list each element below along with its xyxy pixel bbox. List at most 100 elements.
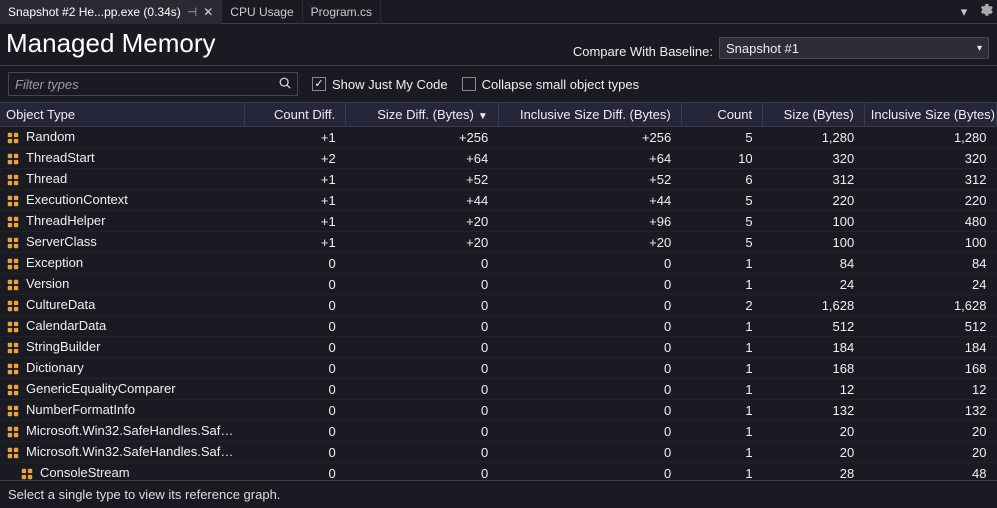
type-icon	[6, 194, 22, 208]
cell-size: 1,628	[763, 295, 865, 316]
cell-count: 1	[681, 253, 762, 274]
table-row[interactable]: ExecutionContext+1+44+445220220	[0, 190, 997, 211]
compare-baseline-select[interactable]: Snapshot #1 ▾	[719, 37, 989, 59]
column-header-count[interactable]: Count	[681, 103, 762, 127]
type-name-label: ServerClass	[26, 234, 97, 249]
type-name-cell: StringBuilder	[0, 337, 244, 358]
cell-size: 84	[763, 253, 865, 274]
close-icon[interactable]: ✕	[203, 5, 213, 19]
table-row[interactable]: Microsoft.Win32.SafeHandles.SafeFile...0…	[0, 442, 997, 463]
cell-incSizeDiff: +44	[498, 190, 681, 211]
gear-icon[interactable]	[975, 3, 997, 20]
type-name-cell: Thread	[0, 169, 244, 190]
type-name-label: ThreadStart	[26, 150, 95, 165]
type-name-label: Exception	[26, 255, 83, 270]
cell-incSize: 168	[864, 358, 996, 379]
cell-count: 5	[681, 232, 762, 253]
type-icon	[6, 173, 22, 187]
type-name-cell: ExecutionContext	[0, 190, 244, 211]
table-row[interactable]: Exception00018484	[0, 253, 997, 274]
table-row[interactable]: ThreadHelper+1+20+965100480	[0, 211, 997, 232]
table-row[interactable]: Random+1+256+25651,2801,280	[0, 127, 997, 148]
column-header-incSize[interactable]: Inclusive Size (Bytes)	[864, 103, 996, 127]
types-grid[interactable]: Object TypeCount Diff.Size Diff. (Bytes)…	[0, 103, 997, 480]
cell-sizeDiff: 0	[346, 337, 499, 358]
cell-sizeDiff: +44	[346, 190, 499, 211]
tab-2[interactable]: Program.cs	[303, 0, 381, 24]
cell-sizeDiff: 0	[346, 400, 499, 421]
table-row[interactable]: Microsoft.Win32.SafeHandles.SafeVie...00…	[0, 421, 997, 442]
cell-countDiff: 0	[244, 316, 346, 337]
type-name-cell: CalendarData	[0, 316, 244, 337]
type-name-cell: Version	[0, 274, 244, 295]
cell-incSize: 320	[864, 148, 996, 169]
type-icon	[20, 467, 36, 480]
cell-incSizeDiff: 0	[498, 253, 681, 274]
cell-sizeDiff: 0	[346, 442, 499, 463]
filter-input[interactable]	[9, 77, 273, 92]
cell-countDiff: 0	[244, 358, 346, 379]
search-icon[interactable]	[273, 76, 297, 93]
table-row[interactable]: ConsoleStream00012848	[0, 463, 997, 481]
column-header-countDiff[interactable]: Count Diff.	[244, 103, 346, 127]
table-row[interactable]: Version00012424	[0, 274, 997, 295]
type-name-label: Random	[26, 129, 75, 144]
collapse-small-label: Collapse small object types	[482, 77, 640, 92]
type-icon	[6, 215, 22, 229]
column-header-size[interactable]: Size (Bytes)	[763, 103, 865, 127]
cell-size: 100	[763, 232, 865, 253]
table-row[interactable]: Thread+1+52+526312312	[0, 169, 997, 190]
type-name-label: ThreadHelper	[26, 213, 106, 228]
tab-0[interactable]: Snapshot #2 He...pp.exe (0.34s) ⊣ ✕	[0, 0, 222, 24]
window-dropdown-icon[interactable]: ▾	[953, 4, 975, 20]
type-name-cell: CultureData	[0, 295, 244, 316]
cell-count: 5	[681, 127, 762, 148]
table-row[interactable]: StringBuilder0001184184	[0, 337, 997, 358]
type-name-label: CultureData	[26, 297, 95, 312]
cell-countDiff: +1	[244, 190, 346, 211]
table-row[interactable]: ServerClass+1+20+205100100	[0, 232, 997, 253]
cell-incSizeDiff: +52	[498, 169, 681, 190]
type-icon	[6, 404, 22, 418]
cell-sizeDiff: 0	[346, 421, 499, 442]
cell-incSize: 24	[864, 274, 996, 295]
column-header-name[interactable]: Object Type	[0, 103, 244, 127]
cell-count: 5	[681, 190, 762, 211]
cell-size: 512	[763, 316, 865, 337]
tab-1[interactable]: CPU Usage	[222, 0, 302, 24]
column-header-sizeDiff[interactable]: Size Diff. (Bytes)▼	[346, 103, 499, 127]
cell-sizeDiff: 0	[346, 295, 499, 316]
show-just-my-code-checkbox[interactable]: Show Just My Code	[312, 77, 448, 92]
chevron-down-icon: ▾	[977, 43, 982, 54]
cell-incSizeDiff: +20	[498, 232, 681, 253]
table-row[interactable]: CultureData00021,6281,628	[0, 295, 997, 316]
pin-icon[interactable]: ⊣	[187, 5, 197, 19]
table-row[interactable]: ThreadStart+2+64+6410320320	[0, 148, 997, 169]
type-name-cell: ServerClass	[0, 232, 244, 253]
cell-size: 20	[763, 442, 865, 463]
tab-label: Snapshot #2 He...pp.exe (0.34s)	[8, 5, 181, 19]
type-name-label: Version	[26, 276, 69, 291]
column-header-incSizeDiff[interactable]: Inclusive Size Diff. (Bytes)	[498, 103, 681, 127]
cell-countDiff: 0	[244, 295, 346, 316]
cell-countDiff: 0	[244, 379, 346, 400]
cell-sizeDiff: 0	[346, 316, 499, 337]
cell-size: 220	[763, 190, 865, 211]
checkbox-icon	[312, 77, 326, 91]
cell-count: 1	[681, 421, 762, 442]
cell-incSize: 220	[864, 190, 996, 211]
filter-row: Show Just My Code Collapse small object …	[0, 66, 997, 103]
table-row[interactable]: CalendarData0001512512	[0, 316, 997, 337]
collapse-small-checkbox[interactable]: Collapse small object types	[462, 77, 640, 92]
cell-size: 184	[763, 337, 865, 358]
cell-size: 28	[763, 463, 865, 481]
status-bar: Select a single type to view its referen…	[0, 480, 997, 508]
table-row[interactable]: Dictionary0001168168	[0, 358, 997, 379]
table-row[interactable]: GenericEqualityComparer00011212	[0, 379, 997, 400]
cell-sizeDiff: +256	[346, 127, 499, 148]
table-row[interactable]: NumberFormatInfo0001132132	[0, 400, 997, 421]
cell-count: 1	[681, 400, 762, 421]
page-title: Managed Memory	[6, 28, 216, 59]
type-icon	[6, 446, 22, 460]
cell-countDiff: +1	[244, 169, 346, 190]
